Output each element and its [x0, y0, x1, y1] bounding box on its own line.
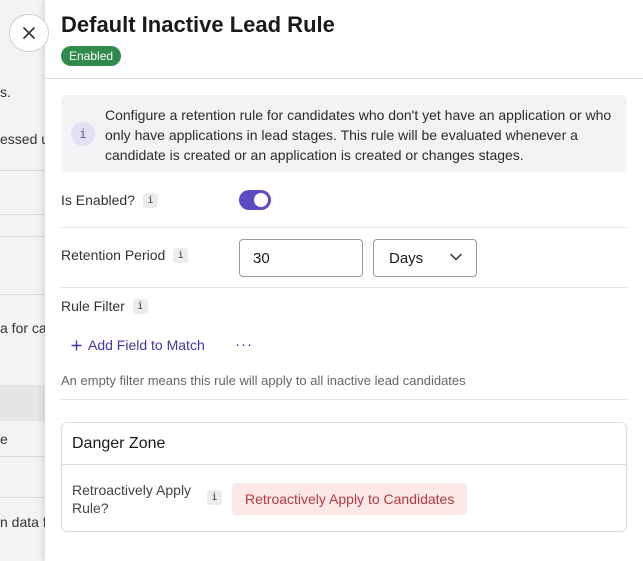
info-tooltip-icon[interactable]: i: [132, 298, 148, 314]
danger-zone: Danger Zone Retroactively Apply Rule? i …: [61, 422, 627, 532]
is-enabled-label: Is Enabled?: [61, 192, 135, 208]
info-box: i Configure a retention rule for candida…: [61, 95, 627, 172]
background-text: n data f: [0, 514, 47, 530]
retention-period-label: Retention Period: [61, 247, 166, 263]
rule-filter-label-row: Rule Filter i: [61, 298, 148, 314]
page-title: Default Inactive Lead Rule: [61, 12, 335, 37]
danger-zone-title: Danger Zone: [62, 423, 626, 465]
divider: [61, 227, 627, 228]
retroactively-apply-button[interactable]: Retroactively Apply to Candidates: [232, 483, 468, 515]
rule-filter-helper: An empty filter means this rule will app…: [61, 373, 466, 388]
is-enabled-toggle[interactable]: [239, 190, 271, 210]
close-button[interactable]: [9, 14, 49, 52]
divider: [61, 287, 627, 288]
toggle-knob: [254, 193, 268, 207]
divider: [61, 399, 627, 400]
background-text: a for ca: [0, 320, 47, 336]
plus-icon: [71, 340, 82, 350]
drawer-header: Default Inactive Lead Rule Enabled: [45, 0, 643, 79]
rule-filter-label: Rule Filter: [61, 298, 125, 314]
retroactive-label: Retroactively Apply Rule?: [72, 482, 192, 516]
status-badge: Enabled: [61, 46, 122, 66]
add-field-button[interactable]: Add Field to Match: [71, 337, 205, 353]
background-text: s.: [0, 84, 11, 100]
add-field-label: Add Field to Match: [88, 337, 205, 353]
retention-period-input[interactable]: 30: [239, 239, 363, 277]
info-icon: i: [71, 122, 95, 146]
rule-drawer: Default Inactive Lead Rule Enabled i Con…: [45, 0, 643, 561]
info-tooltip-icon[interactable]: i: [142, 192, 158, 208]
background-text: essed u: [0, 131, 50, 147]
info-tooltip-icon[interactable]: i: [207, 490, 222, 505]
background-text: e: [0, 431, 8, 447]
more-options-button[interactable]: ···: [235, 336, 253, 353]
chevron-down-icon: [450, 253, 462, 261]
info-tooltip-icon[interactable]: i: [173, 247, 189, 263]
retention-unit-select[interactable]: Days: [373, 239, 477, 277]
is-enabled-label-row: Is Enabled? i: [61, 192, 158, 208]
close-icon: [23, 27, 35, 39]
info-text: Configure a retention rule for candidate…: [105, 107, 612, 163]
retention-unit-value: Days: [389, 249, 424, 267]
retention-period-label-row: Retention Period i: [61, 247, 189, 263]
